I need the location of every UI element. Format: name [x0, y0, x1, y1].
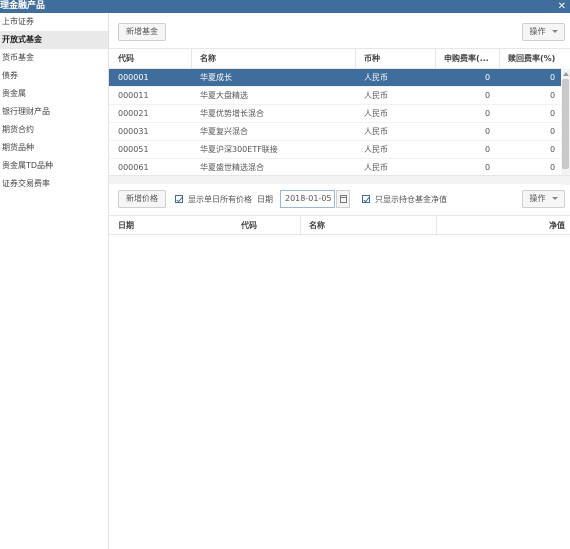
column-divider: [191, 49, 192, 69]
date-label: 日期: [257, 195, 273, 204]
cell-buy-fee: 0: [485, 127, 491, 136]
column-header-nav[interactable]: 净值: [549, 216, 565, 236]
show-all-daily-checkbox[interactable]: [175, 195, 183, 203]
sidebar-item-trade-fees[interactable]: 证券交易费率: [0, 175, 108, 193]
sidebar: 上市证券 开放式基金 货币基金 债券 贵金属 银行理财产品 期货合约 期货品种 …: [0, 13, 109, 549]
column-divider: [435, 49, 436, 69]
show-held-only-label: 只显示持仓基金净值: [375, 195, 447, 204]
column-header-code[interactable]: 代码: [241, 216, 257, 236]
table-row[interactable]: 000001 华夏成长 人民币 0 0: [109, 69, 561, 87]
cell-currency: 人民币: [364, 91, 388, 100]
table-row[interactable]: 000061 华夏盛世精选混合 人民币 0 0: [109, 159, 561, 176]
cell-currency: 人民币: [364, 127, 388, 136]
column-header-name[interactable]: 名称: [200, 49, 216, 69]
sidebar-item-listed-securities[interactable]: 上市证券: [0, 13, 108, 31]
fund-table: 代码 名称 币种 申购费率(... 赎回费率(%) 000001 华夏成长 人民…: [109, 48, 570, 185]
chevron-down-icon: [551, 197, 558, 200]
cell-redeem-fee: 0: [550, 109, 556, 118]
close-icon[interactable]: ✕: [558, 0, 566, 13]
sidebar-item-bank-wealth-products[interactable]: 银行理财产品: [0, 103, 108, 121]
vertical-scrollbar[interactable]: [561, 69, 570, 185]
cell-buy-fee: 0: [485, 163, 491, 172]
ops-dropdown-bottom[interactable]: 操作: [522, 190, 565, 208]
cell-code: 000061: [118, 163, 149, 172]
show-held-only-checkbox[interactable]: [362, 195, 370, 203]
cell-buy-fee: 0: [485, 109, 491, 118]
cell-name: 华夏盛世精选混合: [200, 163, 264, 172]
add-price-button[interactable]: 新增价格: [118, 190, 166, 208]
column-header-buy-fee[interactable]: 申购费率(...: [444, 49, 494, 69]
column-divider: [355, 49, 356, 69]
window-title: 理金融产品: [0, 1, 46, 11]
date-input[interactable]: 2018-01-05: [280, 190, 335, 208]
column-header-redeem-fee[interactable]: 赎回费率(%): [508, 49, 555, 69]
table-row[interactable]: 000051 华夏沪深300ETF联接 人民币 0 0: [109, 141, 561, 159]
sidebar-item-money-funds[interactable]: 货币基金: [0, 49, 108, 67]
cell-redeem-fee: 0: [550, 163, 556, 172]
table-row[interactable]: 000021 华夏优势增长混合 人民币 0 0: [109, 105, 561, 123]
cell-name: 华夏优势增长混合: [200, 109, 264, 118]
scroll-up-icon[interactable]: [563, 72, 569, 76]
column-header-date[interactable]: 日期: [118, 216, 134, 236]
sidebar-item-bonds[interactable]: 债券: [0, 67, 108, 85]
calendar-icon: [340, 195, 347, 203]
table-row[interactable]: 000011 华夏大盘精选 人民币 0 0: [109, 87, 561, 105]
column-divider: [436, 216, 437, 236]
chevron-down-icon: [551, 30, 558, 33]
sidebar-item-precious-metals[interactable]: 贵金属: [0, 85, 108, 103]
column-header-currency[interactable]: 币种: [364, 49, 380, 69]
show-all-daily-label: 显示单日所有价格: [188, 195, 252, 204]
column-header-name[interactable]: 名称: [309, 216, 325, 236]
cell-code: 000051: [118, 145, 149, 154]
cell-code: 000031: [118, 127, 149, 136]
cell-buy-fee: 0: [485, 73, 491, 82]
cell-name: 华夏成长: [200, 73, 232, 82]
cell-redeem-fee: 0: [550, 145, 556, 154]
main-panel: 新增基金 操作 代码 名称 币种 申购费率(... 赎回费率(%) 000001…: [109, 13, 570, 549]
scroll-thumb[interactable]: [562, 79, 569, 169]
column-header-code[interactable]: 代码: [118, 49, 134, 69]
cell-redeem-fee: 0: [550, 73, 556, 82]
ops-label: 操作: [529, 194, 546, 203]
cell-buy-fee: 0: [485, 91, 491, 100]
column-divider: [300, 216, 301, 236]
cell-currency: 人民币: [364, 73, 388, 82]
sidebar-item-metals-td[interactable]: 贵金属TD品种: [0, 157, 108, 175]
ops-dropdown-top[interactable]: 操作: [522, 23, 565, 41]
ops-label: 操作: [529, 27, 546, 36]
title-bar: 理金融产品 ✕: [0, 0, 570, 13]
cell-code: 000021: [118, 109, 149, 118]
cell-code: 000001: [118, 73, 149, 82]
price-table-header: 日期 代码 名称 净值: [109, 215, 570, 236]
cell-buy-fee: 0: [485, 145, 491, 154]
calendar-button[interactable]: [336, 190, 350, 208]
cell-name: 华夏复兴混合: [200, 127, 248, 136]
cell-code: 000011: [118, 91, 149, 100]
table-row[interactable]: 000031 华夏复兴混合 人民币 0 0: [109, 123, 561, 141]
cell-currency: 人民币: [364, 145, 388, 154]
cell-name: 华夏沪深300ETF联接: [200, 145, 278, 154]
sidebar-item-futures-varieties[interactable]: 期货品种: [0, 139, 108, 157]
fund-table-header: 代码 名称 币种 申购费率(... 赎回费率(%): [109, 49, 561, 69]
cell-name: 华夏大盘精选: [200, 91, 248, 100]
add-fund-button[interactable]: 新增基金: [118, 23, 166, 41]
cell-redeem-fee: 0: [550, 127, 556, 136]
sidebar-item-open-end-funds[interactable]: 开放式基金: [0, 31, 108, 49]
cell-currency: 人民币: [364, 109, 388, 118]
column-divider: [499, 49, 500, 69]
sidebar-item-futures-contracts[interactable]: 期货合约: [0, 121, 108, 139]
cell-currency: 人民币: [364, 163, 388, 172]
horizontal-scrollbar[interactable]: [109, 175, 570, 184]
cell-redeem-fee: 0: [550, 91, 556, 100]
